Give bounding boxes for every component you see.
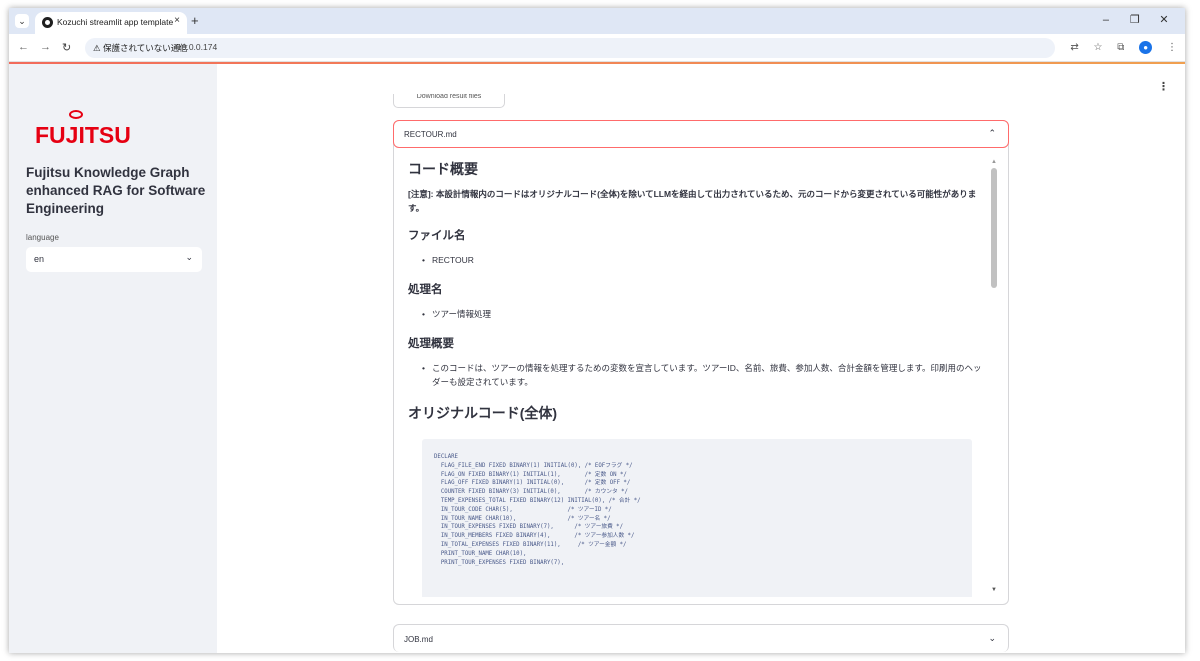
- file-name-item: RECTOUR: [422, 253, 988, 267]
- security-warning[interactable]: ⚠ 保護されていない通信: [93, 42, 188, 54]
- app-title: Fujitsu Knowledge Graph enhanced RAG for…: [26, 165, 206, 216]
- expander-rectour-header[interactable]: RECTOUR.md ⌃: [393, 120, 1009, 148]
- new-tab-icon[interactable]: +: [191, 13, 199, 28]
- caution-note: [注意]: 本設計情報内のコードはオリジナルコード(全体)を除いてLLMを経由し…: [408, 189, 977, 213]
- content-scrollbar[interactable]: ▲ ▼: [990, 159, 999, 597]
- tab-search-chevron-icon[interactable]: ⌄: [15, 14, 29, 28]
- process-name-item: ツアー情報処理: [422, 307, 988, 321]
- code-overview-heading: コード概要: [408, 161, 478, 177]
- app-menu-icon[interactable]: ⋮: [1158, 80, 1169, 93]
- window-controls: – ❐ ✕: [1093, 13, 1177, 26]
- browser-window: ⌄ Kozuchi streamlit app template × + – ❐…: [9, 8, 1185, 653]
- tab-strip: ⌄ Kozuchi streamlit app template × + – ❐…: [9, 8, 1185, 34]
- sidebar: FUJITSU Fujitsu Knowledge Graph enhanced…: [9, 64, 217, 653]
- profile-avatar-icon[interactable]: ●: [1139, 41, 1153, 54]
- download-results-button[interactable]: Download result files: [393, 94, 505, 108]
- scroll-down-icon[interactable]: ▼: [991, 587, 997, 593]
- bookmark-star-icon[interactable]: ☆: [1094, 42, 1103, 53]
- expander-job[interactable]: JOB.md ⌄: [393, 624, 1009, 652]
- address-toolbar: ← → ↻ ⚠ 保護されていない通信 10.0.0.174 ⇄ ☆ ⧉ ● ⋮: [9, 34, 1185, 62]
- translate-icon[interactable]: ⇄: [1070, 42, 1078, 53]
- url-text[interactable]: 10.0.0.174: [177, 42, 217, 52]
- back-icon[interactable]: ←: [18, 41, 29, 53]
- expander-rectour: RECTOUR.md ⌃ コード概要 [注意]: 本設計情報内のコードはオリジナ…: [393, 120, 1009, 605]
- language-select[interactable]: en ⌄: [26, 247, 202, 272]
- process-summary-item: このコードは、ツアーの情報を処理するための変数を宣言しています。ツアーID、名前…: [422, 361, 988, 389]
- code-block[interactable]: DECLARE FLAG_FILE_END FIXED BINARY(1) IN…: [422, 439, 972, 597]
- favicon-icon: [42, 17, 53, 28]
- address-bar[interactable]: ⚠ 保護されていない通信 10.0.0.174: [85, 38, 1055, 58]
- browser-menu-icon[interactable]: ⋮: [1167, 42, 1177, 53]
- forward-icon[interactable]: →: [40, 41, 51, 53]
- main-content: ⋮ Download result files RECTOUR.md ⌃ コード…: [217, 64, 1185, 653]
- toolbar-actions: ⇄ ☆ ⧉ ● ⋮: [1058, 41, 1177, 54]
- restore-icon[interactable]: ❐: [1122, 13, 1148, 26]
- process-summary-heading: 処理概要: [408, 338, 454, 350]
- language-label: language: [26, 233, 59, 242]
- chevron-down-icon: ⌄: [185, 252, 193, 262]
- close-window-icon[interactable]: ✕: [1151, 13, 1177, 26]
- scroll-up-icon[interactable]: ▲: [991, 159, 997, 165]
- expander-title: JOB.md: [404, 635, 433, 644]
- chevron-down-icon: ⌄: [988, 633, 996, 643]
- extensions-icon[interactable]: ⧉: [1117, 42, 1124, 53]
- minimize-icon[interactable]: –: [1093, 14, 1119, 26]
- language-value: en: [34, 254, 45, 264]
- expander-title: RECTOUR.md: [404, 130, 457, 139]
- scrollbar-thumb[interactable]: [991, 168, 997, 288]
- chevron-up-icon: ⌃: [988, 128, 996, 138]
- file-name-heading: ファイル名: [408, 230, 466, 242]
- tab-close-icon[interactable]: ×: [174, 15, 180, 26]
- browser-tab[interactable]: Kozuchi streamlit app template ×: [35, 12, 187, 34]
- tab-title: Kozuchi streamlit app template: [57, 17, 174, 27]
- fujitsu-logo-mark: [69, 110, 83, 119]
- original-code-heading: オリジナルコード(全体): [408, 405, 558, 421]
- process-name-heading: 処理名: [408, 284, 443, 296]
- reload-icon[interactable]: ↻: [62, 41, 71, 54]
- expander-body: コード概要 [注意]: 本設計情報内のコードはオリジナルコード(全体)を除いてL…: [408, 159, 988, 597]
- fujitsu-logo: FUJITSU: [35, 122, 131, 148]
